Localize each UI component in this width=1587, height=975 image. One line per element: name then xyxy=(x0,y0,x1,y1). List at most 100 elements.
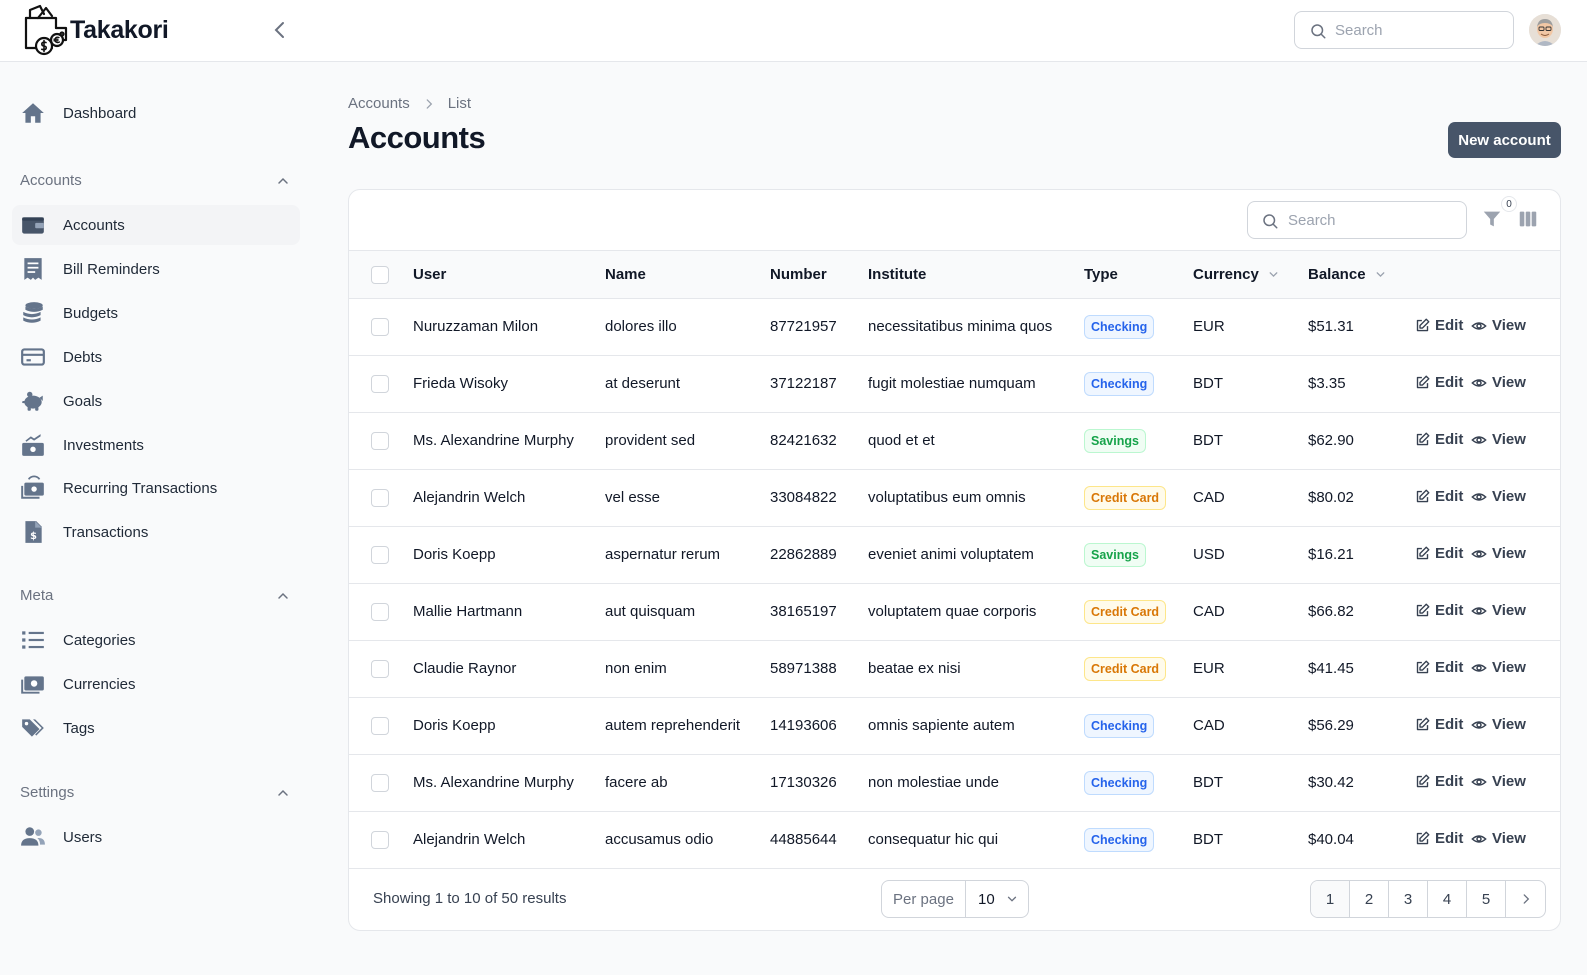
wallet-money-logo-icon xyxy=(24,4,68,56)
user-avatar[interactable] xyxy=(1529,14,1561,46)
logo[interactable]: Takakori xyxy=(22,4,169,56)
edit-button[interactable]: Edit xyxy=(1415,488,1463,505)
type-badge: Savings xyxy=(1084,543,1146,567)
sidebar-item-tags[interactable]: Tags xyxy=(12,708,300,748)
sidebar-item-recurring-transactions[interactable]: Recurring Transactions xyxy=(12,468,300,508)
view-button[interactable]: View xyxy=(1471,830,1526,847)
type-badge: Credit Card xyxy=(1084,600,1167,624)
page-button-4[interactable]: 4 xyxy=(1428,881,1467,917)
row-checkbox[interactable] xyxy=(371,375,389,393)
cell-currency: BDT xyxy=(1193,432,1223,449)
new-account-button[interactable]: New account xyxy=(1448,122,1561,158)
page-button-1[interactable]: 1 xyxy=(1311,881,1350,917)
filter-icon[interactable] xyxy=(1481,208,1503,230)
sidebar-item-dashboard[interactable]: Dashboard xyxy=(12,93,300,133)
view-label: View xyxy=(1492,431,1526,448)
next-page-button[interactable] xyxy=(1506,881,1545,917)
edit-button[interactable]: Edit xyxy=(1415,431,1463,448)
sidebar-group-accounts[interactable]: Accounts xyxy=(20,172,82,189)
edit-button[interactable]: Edit xyxy=(1415,602,1463,619)
table-search-input[interactable]: Search xyxy=(1247,201,1467,239)
edit-button[interactable]: Edit xyxy=(1415,374,1463,391)
type-badge: Credit Card xyxy=(1084,657,1167,681)
view-label: View xyxy=(1492,545,1526,562)
view-button[interactable]: View xyxy=(1471,659,1526,676)
view-button[interactable]: View xyxy=(1471,545,1526,562)
edit-button[interactable]: Edit xyxy=(1415,830,1463,847)
table-row: Alejandrin Welch accusamus odio 44885644 co… xyxy=(349,812,1560,869)
row-checkbox[interactable] xyxy=(371,603,389,621)
sidebar-group-settings[interactable]: Settings xyxy=(20,784,74,801)
per-page-select[interactable]: Per page 10 xyxy=(881,880,1029,918)
edit-button[interactable]: Edit xyxy=(1415,317,1463,334)
sidebar-item-currencies[interactable]: Currencies xyxy=(12,664,300,704)
row-checkbox[interactable] xyxy=(371,318,389,336)
edit-button[interactable]: Edit xyxy=(1415,545,1463,562)
cell-user: Mallie Hartmann xyxy=(413,603,523,620)
breadcrumb-accounts-link[interactable]: Accounts xyxy=(348,95,410,112)
sidebar-item-accounts[interactable]: Accounts xyxy=(12,205,300,245)
sidebar-item-users[interactable]: Users xyxy=(12,817,300,857)
column-header-balance[interactable]: Balance xyxy=(1308,266,1387,283)
sidebar-item-budgets[interactable]: Budgets xyxy=(12,293,300,333)
row-checkbox[interactable] xyxy=(371,774,389,792)
chevron-up-icon[interactable] xyxy=(275,785,291,801)
chevron-up-icon[interactable] xyxy=(275,173,291,189)
page-button-5[interactable]: 5 xyxy=(1467,881,1506,917)
cell-institute: consequatur hic qui xyxy=(868,831,999,848)
list-icon xyxy=(20,627,46,653)
cell-user: Ms. Alexandrine Murphy xyxy=(413,432,574,449)
results-summary: Showing 1 to 10 of 50 results xyxy=(373,890,567,907)
row-checkbox[interactable] xyxy=(371,489,389,507)
chevron-up-icon[interactable] xyxy=(275,588,291,604)
column-header-label: Balance xyxy=(1308,266,1366,283)
view-button[interactable]: View xyxy=(1471,317,1526,334)
cell-institute: quod et et xyxy=(868,432,935,449)
page-button-3[interactable]: 3 xyxy=(1389,881,1428,917)
column-header-currency[interactable]: Currency xyxy=(1193,266,1280,283)
row-checkbox[interactable] xyxy=(371,717,389,735)
page-button-2[interactable]: 2 xyxy=(1350,881,1389,917)
edit-button[interactable]: Edit xyxy=(1415,773,1463,790)
sidebar-item-goals[interactable]: Goals xyxy=(12,381,300,421)
row-checkbox[interactable] xyxy=(371,660,389,678)
row-checkbox[interactable] xyxy=(371,831,389,849)
view-button[interactable]: View xyxy=(1471,716,1526,733)
view-label: View xyxy=(1492,773,1526,790)
view-button[interactable]: View xyxy=(1471,602,1526,619)
per-page-value[interactable]: 10 xyxy=(966,881,1028,917)
sidebar-item-debts[interactable]: Debts xyxy=(12,337,300,377)
cell-currency: BDT xyxy=(1193,774,1223,791)
edit-icon xyxy=(1416,831,1430,845)
select-all-checkbox[interactable] xyxy=(371,266,389,284)
collapse-sidebar-icon[interactable] xyxy=(268,18,292,42)
sidebar-item-bill-reminders[interactable]: Bill Reminders xyxy=(12,249,300,289)
edit-button[interactable]: Edit xyxy=(1415,659,1463,676)
cell-number: 22862889 xyxy=(770,546,837,563)
cell-user: Frieda Wisoky xyxy=(413,375,509,392)
view-button[interactable]: View xyxy=(1471,773,1526,790)
sidebar-group-meta[interactable]: Meta xyxy=(20,587,53,604)
row-checkbox[interactable] xyxy=(371,432,389,450)
edit-icon xyxy=(1416,489,1430,503)
columns-toggle-icon[interactable] xyxy=(1517,208,1539,230)
sidebar-item-label: Bill Reminders xyxy=(63,260,160,278)
cell-name: autem reprehenderit xyxy=(605,717,741,734)
view-button[interactable]: View xyxy=(1471,488,1526,505)
cell-number: 58971388 xyxy=(770,660,837,677)
view-button[interactable]: View xyxy=(1471,431,1526,448)
edit-icon xyxy=(1416,375,1430,389)
wallet-icon xyxy=(20,212,46,238)
sidebar-item-categories[interactable]: Categories xyxy=(12,620,300,660)
sidebar-item-investments[interactable]: Investments xyxy=(12,425,300,465)
global-search-input[interactable]: Search xyxy=(1294,11,1514,49)
edit-icon xyxy=(1416,603,1430,617)
edit-label: Edit xyxy=(1435,659,1464,676)
cell-name: aspernatur rerum xyxy=(605,546,721,563)
type-badge: Checking xyxy=(1084,372,1155,396)
row-checkbox[interactable] xyxy=(371,546,389,564)
view-button[interactable]: View xyxy=(1471,374,1526,391)
table-row: Claudie Raynor non enim 58971388 beatae ex … xyxy=(349,641,1560,698)
sidebar-item-transactions[interactable]: $ Transactions xyxy=(12,512,300,552)
edit-button[interactable]: Edit xyxy=(1415,716,1463,733)
